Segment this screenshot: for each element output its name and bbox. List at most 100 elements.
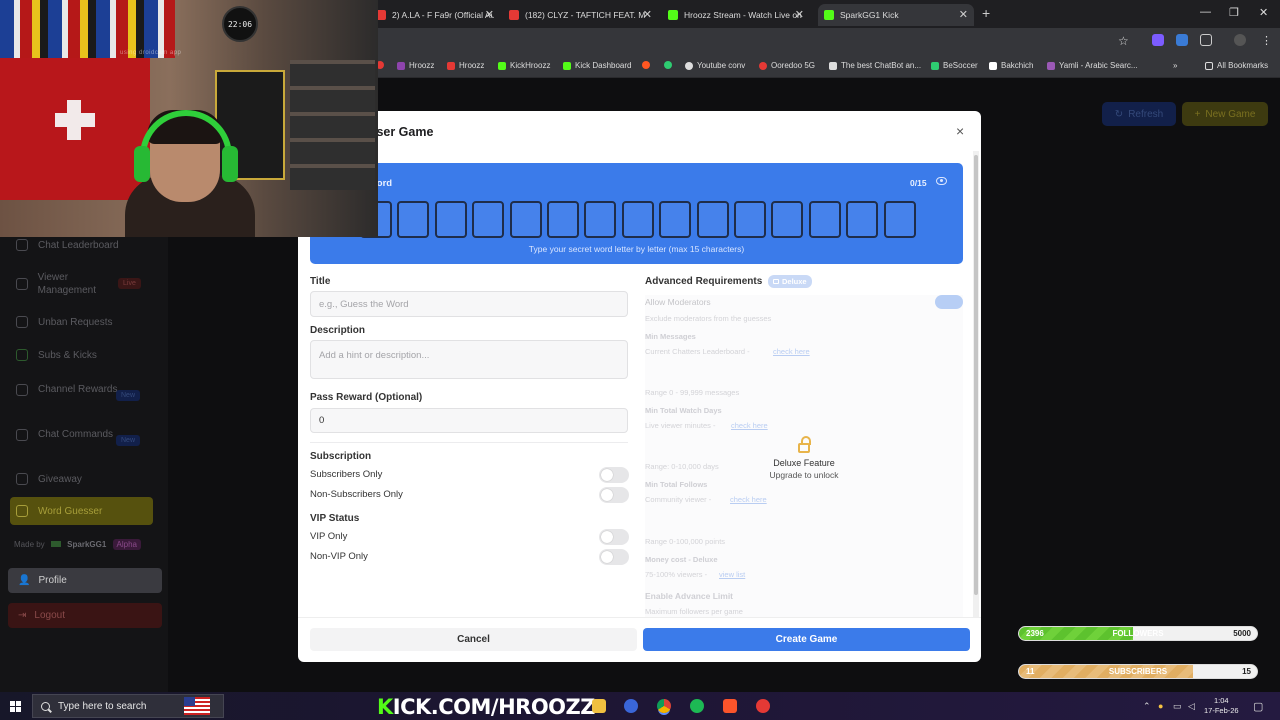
sidebar-item-channel-rewards[interactable]: Channel Rewards	[16, 383, 126, 396]
close-tab-icon[interactable]: ✕	[795, 8, 804, 21]
non-vip-only-toggle[interactable]	[599, 549, 629, 565]
taskbar-clock[interactable]: 1:04 17-Feb-26	[1204, 696, 1239, 716]
sidebar-item-chat-commands[interactable]: Chat Commands	[16, 428, 126, 441]
browser-tab[interactable]: 2) A.LA - F Fa9r (Official Au ✕	[370, 4, 500, 26]
upgrade-to-unlock-text[interactable]: Upgrade to unlock	[745, 470, 863, 480]
extensions-puzzle-icon[interactable]	[1200, 34, 1212, 46]
bookmark-item[interactable]: Hroozz	[397, 61, 434, 70]
pass-reward-input[interactable]: 0	[310, 408, 628, 433]
network-icon[interactable]: ▭	[1173, 701, 1182, 712]
extension-icon[interactable]	[1152, 34, 1164, 46]
close-icon[interactable]: ×	[956, 123, 964, 139]
bookmark-item[interactable]: Yamli - Arabic Searc...	[1047, 61, 1138, 70]
file-explorer-icon[interactable]	[592, 699, 606, 713]
restore-icon[interactable]: ❐	[1229, 6, 1239, 19]
bookmark-item[interactable]: KickHroozz	[498, 61, 550, 70]
new-tab-button[interactable]: +	[982, 5, 990, 21]
logout-button[interactable]: ⇥ Logout	[8, 603, 162, 628]
chrome-icon[interactable]	[657, 699, 671, 713]
window-close-icon[interactable]: ✕	[1259, 6, 1268, 19]
refresh-button[interactable]: ↻ Refresh	[1102, 102, 1176, 126]
letter-box[interactable]	[808, 201, 841, 238]
profile-button[interactable]: 👤 Profile	[8, 568, 162, 593]
close-tab-icon[interactable]: ✕	[643, 8, 652, 21]
bookmark-icon[interactable]	[664, 61, 672, 69]
minimize-icon[interactable]: —	[1200, 6, 1211, 18]
letter-box[interactable]	[621, 201, 654, 238]
menu-kebab-icon[interactable]: ⋮	[1261, 34, 1273, 47]
letter-box[interactable]	[883, 201, 916, 238]
divider	[298, 617, 981, 618]
volume-icon[interactable]: ◁	[1188, 701, 1195, 712]
bookmark-item[interactable]: Ooredoo 5G	[759, 61, 815, 70]
avatar[interactable]	[1234, 34, 1246, 46]
create-game-button[interactable]: Create Game	[643, 628, 970, 651]
ghost-text: Live viewer minutes -	[645, 421, 716, 430]
eye-icon[interactable]	[936, 177, 947, 185]
sidebar-item-subs-kicks[interactable]: Subs & Kicks	[16, 349, 97, 361]
reddit-icon[interactable]	[642, 61, 650, 69]
deluxe-badge-label: Deluxe	[782, 277, 807, 286]
ghost-text: Range 0-100,000 points	[645, 537, 726, 546]
letter-box[interactable]	[434, 201, 467, 238]
sidebar-item-chat-leaderboard[interactable]: Chat Leaderboard	[16, 239, 119, 251]
bookmark-item[interactable]: Kick Dashboard	[563, 61, 631, 70]
sidebar-item-word-guesser-content[interactable]: Word Guesser	[16, 505, 102, 517]
subscribers-only-toggle[interactable]	[599, 467, 629, 483]
bookmark-item[interactable]: Youtube conv	[685, 61, 745, 70]
vip-only-toggle[interactable]	[599, 529, 629, 545]
title-input[interactable]: e.g., Guess the Word	[310, 291, 628, 317]
description-textarea[interactable]: Add a hint or description...	[310, 340, 628, 379]
letter-box[interactable]	[509, 201, 542, 238]
letter-box[interactable]	[846, 201, 879, 238]
windows-start-icon[interactable]	[10, 701, 21, 712]
deluxe-feature-title: Deluxe Feature	[773, 458, 835, 468]
notifications-icon[interactable]: ▢	[1253, 700, 1263, 713]
bookmark-item[interactable]: BeSoccer	[931, 61, 978, 70]
ghost-text: 75-100% viewers -	[645, 570, 708, 579]
letter-box[interactable]	[547, 201, 579, 238]
letter-box[interactable]	[734, 201, 766, 238]
chrome-profile-icon[interactable]	[624, 699, 638, 713]
sidebar-item-giveaway[interactable]: Giveaway	[16, 473, 82, 485]
browser-tab-active[interactable]: SparkGG1 Kick ✕	[818, 4, 974, 26]
sidebar-item-label: Channel Rewards	[38, 384, 118, 395]
tray-overflow-icon[interactable]: ⌃	[1143, 701, 1151, 712]
letter-box[interactable]	[397, 201, 430, 238]
bookmark-item[interactable]: Bakchich	[989, 61, 1033, 70]
browser-tab[interactable]: (182) CLYZ - TAFTICH FEAT. MA ✕	[503, 4, 658, 26]
letter-box[interactable]	[472, 201, 505, 238]
new-game-button[interactable]: + New Game	[1182, 102, 1268, 126]
bookmarks-overflow-icon[interactable]: »	[1173, 61, 1177, 70]
letter-box[interactable]	[584, 201, 617, 238]
browser-tab[interactable]: Hroozz Stream - Watch Live on ✕	[662, 4, 810, 26]
letter-box[interactable]	[659, 201, 692, 238]
letter-box[interactable]	[771, 201, 804, 238]
tray-app-icon[interactable]: ●	[1158, 701, 1163, 711]
sidebar-item-viewer-management[interactable]: Viewer Management	[16, 271, 126, 297]
scrollbar-thumb[interactable]	[974, 155, 978, 595]
close-tab-icon[interactable]: ✕	[485, 8, 494, 21]
bookmark-label: Kick Dashboard	[575, 61, 632, 70]
gift-icon	[16, 383, 28, 396]
sidebar-item-unban-requests[interactable]: Unban Requests	[16, 316, 113, 328]
lock-icon	[773, 279, 779, 284]
clock-time: 1:04	[1214, 696, 1229, 705]
bookmark-label: Youtube conv	[697, 61, 746, 70]
bookmark-star-icon[interactable]: ☆	[1118, 34, 1129, 48]
bookmark-item[interactable]: The best ChatBot an...	[829, 61, 921, 70]
author-name[interactable]: SparkGG1	[67, 540, 106, 549]
bookmark-item[interactable]: Hroozz	[447, 61, 484, 70]
sidebar-item-label: Giveaway	[38, 473, 82, 485]
non-subscribers-only-toggle[interactable]	[599, 487, 629, 503]
app-icon[interactable]	[756, 699, 770, 713]
letter-box[interactable]	[696, 201, 729, 238]
cancel-button[interactable]: Cancel	[310, 628, 637, 651]
made-by-label: Made by	[14, 540, 45, 549]
close-tab-icon[interactable]: ✕	[959, 8, 968, 21]
spotify-icon[interactable]	[690, 699, 704, 713]
extension-icon[interactable]	[1176, 34, 1188, 46]
brave-icon[interactable]	[723, 699, 737, 713]
ghost-text: Range: 0-10,000 days	[645, 462, 719, 471]
all-bookmarks[interactable]: All Bookmarks	[1205, 61, 1268, 70]
